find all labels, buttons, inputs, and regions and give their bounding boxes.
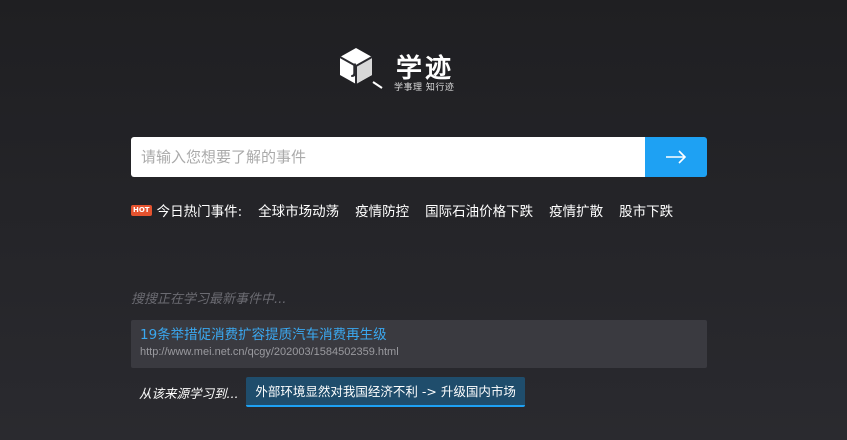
source-url: http://www.mei.net.cn/qcgy/202003/158450… xyxy=(140,346,399,358)
learning-status: 搜搜正在学习最新事件中... xyxy=(131,292,287,307)
logo-subtitle: 学事理 知行迹 xyxy=(394,83,455,93)
hot-topic-link[interactable]: 全球市场动荡 xyxy=(258,200,339,220)
learned-event-chip[interactable]: 外部环境显然对我国经济不利 -> 升级国内市场 xyxy=(246,377,525,407)
logo: J 学迹 学事理 知行迹 xyxy=(336,44,476,96)
hot-topic-link[interactable]: 疫情防控 xyxy=(355,200,409,220)
search-bar xyxy=(131,137,707,177)
learned-label: 从该来源学习到... xyxy=(139,385,239,401)
hot-topics: HOT 今日热门事件: 全球市场动荡 疫情防控 国际石油价格下跌 疫情扩散 股市… xyxy=(131,200,689,220)
learned-row: 从该来源学习到... 外部环境显然对我国经济不利 -> 升级国内市场 xyxy=(139,377,525,407)
hot-topic-link[interactable]: 国际石油价格下跌 xyxy=(425,200,533,220)
hot-topic-link[interactable]: 股市下跌 xyxy=(619,200,673,220)
source-result-card: 19条举措促消费扩容提质汽车消费再生级 http://www.mei.net.c… xyxy=(131,320,707,368)
source-title-link[interactable]: 19条举措促消费扩容提质汽车消费再生级 xyxy=(140,326,698,344)
hot-badge: HOT xyxy=(131,204,152,216)
search-input[interactable] xyxy=(131,137,645,177)
arrow-right-icon xyxy=(666,150,687,164)
hot-topic-link[interactable]: 疫情扩散 xyxy=(549,200,603,220)
cube-j-icon: J xyxy=(339,48,383,89)
search-button[interactable] xyxy=(645,137,707,177)
svg-text:J: J xyxy=(351,62,357,78)
hot-topics-label: 今日热门事件: xyxy=(156,204,243,220)
